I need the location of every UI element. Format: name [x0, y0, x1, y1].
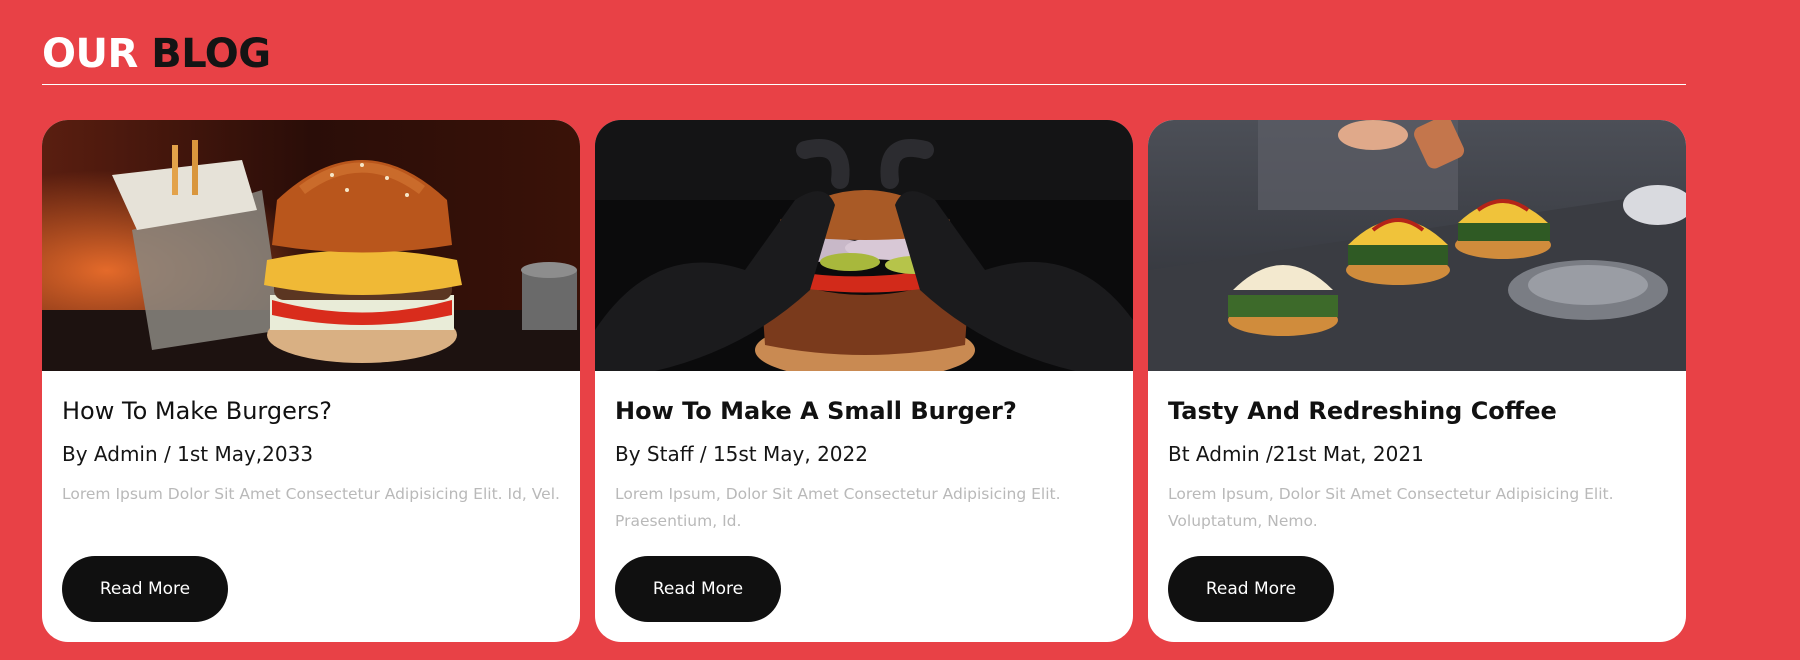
blog-card: Tasty And Redreshing Coffee Bt Admin /21…	[1148, 120, 1686, 642]
blog-card-meta: By Admin / 1st May,2033	[62, 442, 314, 466]
blog-card-list: How To Make Burgers? By Admin / 1st May,…	[42, 120, 1686, 642]
blog-section: OUR BLOG How To Make Burgers? By Admin /…	[0, 0, 1800, 660]
blog-card-excerpt: Lorem Ipsum, Dolor Sit Amet Consectetur …	[1168, 485, 1614, 530]
blog-card-title[interactable]: How To Make Burgers?	[62, 395, 560, 427]
read-more-button[interactable]: Read More	[615, 556, 781, 622]
read-more-button[interactable]: Read More	[1168, 556, 1334, 622]
heading-word-blog: BLOG	[151, 31, 271, 77]
blog-card-image	[1148, 120, 1686, 371]
heading-divider	[42, 84, 1686, 85]
blog-card-title[interactable]: Tasty And Redreshing Coffee	[1168, 395, 1666, 427]
blog-card-meta: Bt Admin /21st Mat, 2021	[1168, 442, 1424, 466]
read-more-button[interactable]: Read More	[62, 556, 228, 622]
blog-card-excerpt: Lorem Ipsum, Dolor Sit Amet Consectetur …	[615, 485, 1061, 530]
blog-card-excerpt: Lorem Ipsum Dolor Sit Amet Consectetur A…	[62, 485, 560, 503]
heading-word-our: OUR	[42, 31, 138, 77]
blog-card-meta: By Staff / 15st May, 2022	[615, 442, 868, 466]
blog-card-title[interactable]: How To Make A Small Burger?	[615, 395, 1113, 427]
blog-card-image	[42, 120, 580, 371]
blog-card-image	[595, 120, 1133, 371]
blog-card: How To Make Burgers? By Admin / 1st May,…	[42, 120, 580, 642]
blog-card: How To Make A Small Burger? By Staff / 1…	[595, 120, 1133, 642]
section-heading: OUR BLOG	[42, 30, 271, 78]
